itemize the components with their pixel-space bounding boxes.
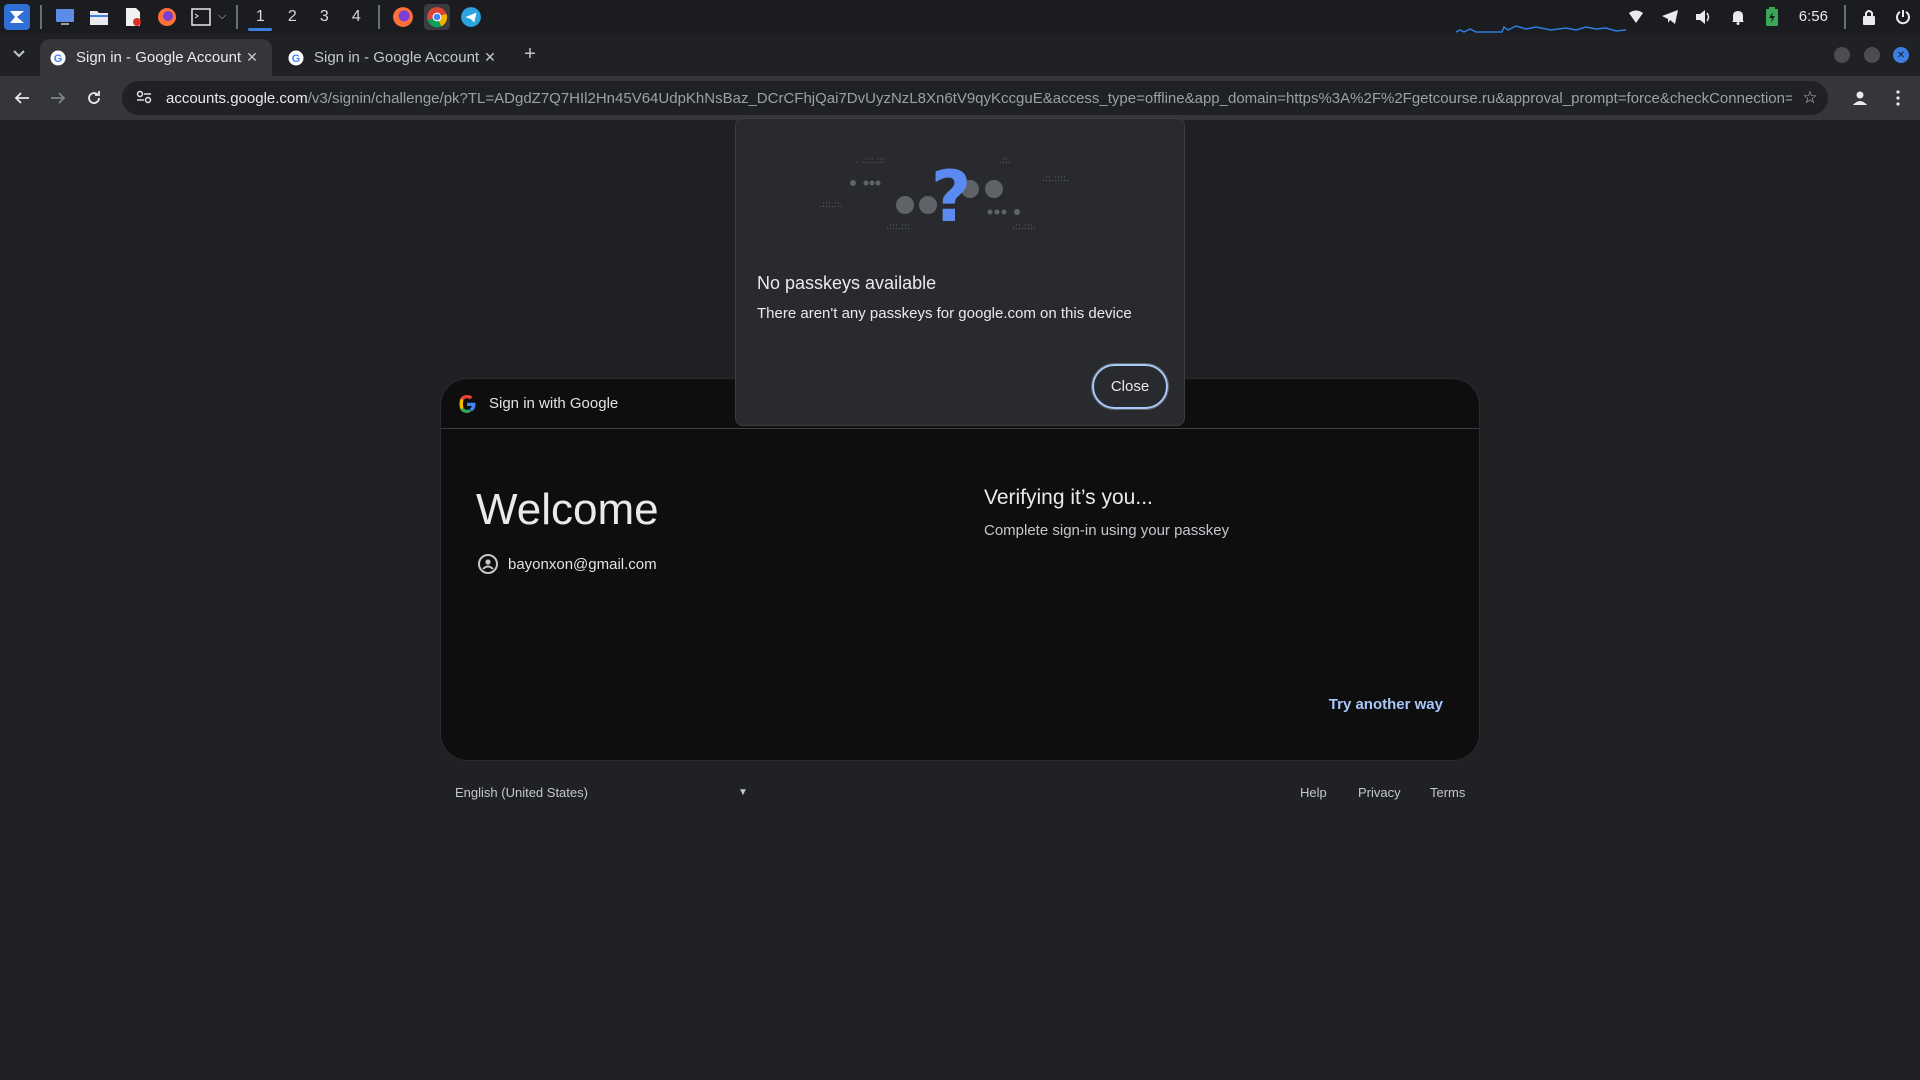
google-favicon-icon: G [288,50,304,65]
verify-heading: Verifying it’s you... [984,486,1153,509]
back-arrow-icon[interactable] [4,80,40,116]
workspace-3[interactable]: 3 [308,0,340,33]
workspace-2[interactable]: 2 [276,0,308,33]
desktop-icon[interactable] [52,4,78,30]
no-passkeys-dialog: . .:::.::: .::. .::.::::. .:::.::. .:::.… [735,118,1185,426]
browser-toolbar: accounts.google.com/v3/signin/challenge/… [0,76,1920,120]
account-chip[interactable]: bayonxon@gmail.com [478,554,657,574]
profile-icon[interactable] [1842,80,1878,116]
tab-title: Sign in - Google Accounts [314,49,480,66]
tab-close-icon[interactable]: ✕ [242,49,262,66]
try-another-way-button[interactable]: Try another way [1329,696,1443,713]
google-favicon-icon: G [50,50,66,65]
svg-text:G: G [292,53,301,65]
question-mark-illustration-icon: . .:::.::: .::. .::.::::. .:::.::. .:::.… [819,156,1069,238]
caret-down-icon: ▼ [737,787,748,798]
battery-icon [1755,0,1789,33]
forward-arrow-icon[interactable] [40,80,76,116]
url-path: /v3/signin/challenge/pk?TL=ADgdZ7Q7HIl2H… [307,89,1792,107]
taskbar-separator [378,4,381,29]
chevron-down-icon[interactable]: ⌵ [218,10,226,23]
kebab-menu-icon[interactable] [1880,80,1916,116]
system-tray: 6:56 [1619,0,1920,33]
account-circle-icon [478,554,498,574]
welcome-heading: Welcome [476,485,659,534]
telegram-tray-icon[interactable] [1653,0,1687,33]
dialog-message: There aren't any passkeys for google.com… [757,305,1132,322]
taskbar-separator [1844,4,1846,29]
verify-subtitle: Complete sign-in using your passkey [984,522,1230,539]
svg-text:G: G [54,53,63,65]
workspace-label: 1 [255,7,265,25]
url-text[interactable]: accounts.google.com/v3/signin/challenge/… [166,90,1792,107]
svg-text:.::.::::.: .::.::::. [1042,174,1069,184]
firefox-icon[interactable] [154,4,180,30]
page-footer: English (United States) ▼ Help Privacy T… [455,785,1465,809]
terms-link[interactable]: Terms [1430,785,1465,800]
close-button[interactable]: Close [1091,363,1169,410]
svg-text:?: ? [931,156,972,238]
dialog-title: No passkeys available [757,273,937,293]
app-menu-icon[interactable] [4,3,30,30]
terminal-icon[interactable] [188,4,214,30]
sign-in-card: Sign in with Google Welcome bayonxon@gma… [440,378,1480,761]
text-editor-icon[interactable] [120,4,146,30]
account-email: bayonxon@gmail.com [508,555,657,573]
card-header-title: Sign in with Google [489,395,619,412]
svg-text:.::.: .::. [999,156,1011,166]
reload-icon[interactable] [76,80,112,116]
workspace-1[interactable]: 1 [244,0,276,33]
taskbar-separator [40,4,42,29]
volume-icon[interactable] [1687,0,1721,33]
svg-text:.::.:::.: .::.:::. [1012,222,1036,232]
tab-search-chevron-icon[interactable] [8,43,30,65]
workspace-label: 2 [287,7,297,25]
bookmark-star-icon[interactable]: ☆ [1792,88,1828,108]
tab-title: Sign in - Google Accounts [76,49,242,66]
language-label: English (United States) [455,785,588,800]
google-logo-icon [459,394,476,413]
taskbar-separator [236,4,239,29]
workspace-label: 4 [351,7,361,25]
site-info-icon[interactable] [136,90,154,107]
wifi-icon[interactable] [1619,0,1653,33]
network-graph [1456,25,1626,33]
address-bar[interactable]: accounts.google.com/v3/signin/challenge/… [122,81,1828,115]
svg-text:.:::.:::: .:::.::: [886,222,910,232]
new-tab-plus-icon[interactable]: + [518,41,542,67]
lock-icon[interactable] [1852,0,1886,33]
chrome-icon[interactable] [424,3,451,30]
help-link[interactable]: Help [1300,785,1327,800]
file-manager-icon[interactable] [86,4,112,30]
workspace-4[interactable]: 4 [340,0,372,33]
tab-sign-in-2[interactable]: G Sign in - Google Accounts ✕ [278,39,510,76]
minimize-window-button[interactable] [1834,47,1850,63]
power-icon[interactable] [1886,0,1920,33]
language-selector[interactable]: English (United States) ▼ [455,785,748,800]
clock[interactable]: 6:56 [1789,8,1838,25]
svg-text:.:::.::.: .:::.::. [819,200,843,210]
svg-text:. .:::.:::: . .:::.::: [856,156,886,166]
workspace-label: 3 [319,7,329,25]
close-window-button[interactable]: ✕ [1893,47,1909,63]
url-host: accounts.google.com [166,89,308,107]
telegram-icon[interactable] [458,4,484,30]
notification-bell-icon[interactable] [1721,0,1755,33]
privacy-link[interactable]: Privacy [1358,785,1401,800]
tab-sign-in-1[interactable]: G Sign in - Google Accounts ✕ [40,39,272,76]
maximize-window-button[interactable] [1864,47,1880,63]
tab-strip: G Sign in - Google Accounts ✕ G Sign in … [0,33,1920,76]
tab-close-icon[interactable]: ✕ [480,49,500,66]
taskbar: ⌵ 1 2 3 4 6:56 [0,0,1920,33]
firefox-icon[interactable] [390,4,416,30]
